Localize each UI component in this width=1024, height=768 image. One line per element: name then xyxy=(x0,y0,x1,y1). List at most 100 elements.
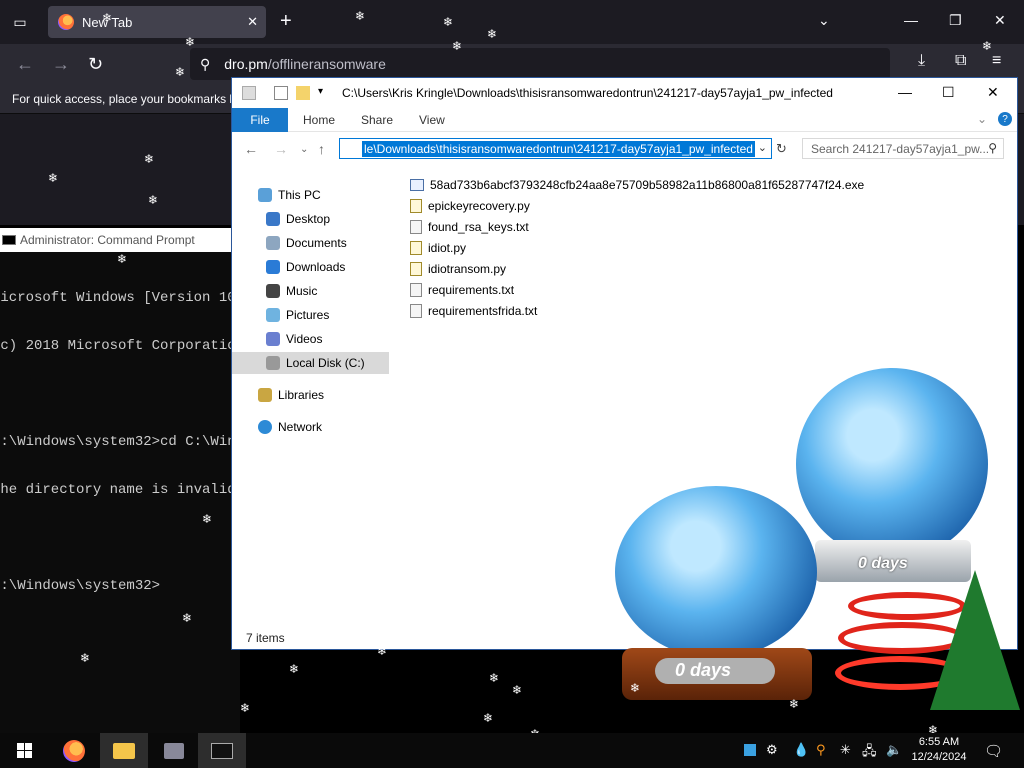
close-icon[interactable]: ✕ xyxy=(994,12,1006,29)
firefox-icon xyxy=(63,739,85,762)
ribbon: File Home Share View ⌄ ? xyxy=(232,108,1017,132)
list-item[interactable]: idiotransom.py xyxy=(410,258,970,279)
cmd-output[interactable]: Microsoft Windows [Version 10.0 (c) 2018… xyxy=(0,252,252,626)
list-item[interactable]: requirementsfrida.txt xyxy=(410,300,970,321)
restore-icon[interactable]: ❐ xyxy=(949,12,962,29)
pictures-icon xyxy=(266,308,280,322)
tab-new-tab[interactable]: New Tab ✕ xyxy=(48,6,266,38)
qa-dropdown-icon[interactable]: ▾ xyxy=(318,86,323,97)
chevron-down-icon[interactable]: ⌄ xyxy=(758,141,767,154)
extensions-icon[interactable]: ⧉ xyxy=(955,52,966,70)
reload-icon[interactable]: ↻ xyxy=(88,54,103,75)
desktop: { "browser": { "tab_title": "New Tab", "… xyxy=(0,0,1024,768)
back-icon[interactable]: ← xyxy=(244,141,258,157)
sidebar-item-label: This PC xyxy=(278,188,321,202)
network-icon xyxy=(258,420,272,434)
menu-icon[interactable]: ≡ xyxy=(992,52,1001,70)
notification-icon[interactable]: 🗨 xyxy=(984,742,1003,760)
list-item[interactable]: found_rsa_keys.txt xyxy=(410,216,970,237)
tray-app-icon[interactable] xyxy=(744,744,756,756)
sidebar-item-label: Downloads xyxy=(286,260,346,274)
minimize-icon[interactable]: — xyxy=(898,84,912,100)
tray-drop-icon[interactable]: 💧 xyxy=(793,742,809,758)
sidebar-item-label: Videos xyxy=(286,332,323,346)
url-bar[interactable]: ⚲ dro.pm/offlineransomware xyxy=(190,48,890,80)
snowflake-icon: ❄ xyxy=(175,65,186,79)
tab-list-icon[interactable]: ▭ xyxy=(8,10,32,34)
sidebar-item-label: Desktop xyxy=(286,212,331,226)
download-icon[interactable]: ⤓ xyxy=(918,52,925,70)
taskbar-file-explorer[interactable] xyxy=(100,733,148,768)
downloads-icon xyxy=(266,260,280,274)
url-host: dro.pm xyxy=(224,56,268,72)
days-label-left: 0 days xyxy=(675,660,732,680)
address-bar[interactable]: le\Downloads\thisisransomwaredontrun\241… xyxy=(339,138,772,159)
text-file-icon xyxy=(410,282,422,297)
file-name: found_rsa_keys.txt xyxy=(428,219,529,234)
expand-ribbon-icon[interactable]: ⌄ xyxy=(977,112,987,126)
close-tab-icon[interactable]: ✕ xyxy=(247,14,258,30)
tray-snowflake-icon[interactable]: ✳ xyxy=(840,742,851,758)
sidebar-item-label: Libraries xyxy=(278,388,325,402)
tab-home[interactable]: Home xyxy=(303,113,335,127)
search-input[interactable]: Search 241217-day57ayja1_pw... ⚲ xyxy=(802,138,1004,159)
snowflake-icon: ❄ xyxy=(355,9,366,23)
back-icon[interactable]: ← xyxy=(16,54,34,75)
network-icon[interactable]: 🖧 xyxy=(862,742,877,764)
tab-file[interactable]: File xyxy=(232,108,288,132)
new-folder-icon[interactable] xyxy=(296,86,310,100)
chevron-down-icon[interactable]: ⌄ xyxy=(818,12,830,29)
start-button[interactable] xyxy=(0,733,48,768)
navigation-pane: This PC Desktop Documents Downloads Musi… xyxy=(232,178,389,638)
recent-dropdown-icon[interactable]: ⌄ xyxy=(300,144,308,155)
list-item[interactable]: 58ad733b6abcf3793248cfb24aa8e75709b58982… xyxy=(410,174,970,195)
cmd-line: (c) 2018 Microsoft Corporation xyxy=(0,338,245,354)
sidebar-item-local-disk[interactable]: Local Disk (C:) xyxy=(232,352,389,374)
list-item[interactable]: epickeyrecovery.py xyxy=(410,195,970,216)
up-icon[interactable]: ↑ xyxy=(318,141,325,157)
taskbar-app[interactable] xyxy=(150,733,198,768)
taskbar: ⚙ 💧 ⚲ ✳ 🖧 🔈 6:55 AM 12/24/2024 🗨 xyxy=(0,733,1024,768)
file-name: requirementsfrida.txt xyxy=(428,303,538,318)
list-item[interactable]: idiot.py xyxy=(410,237,970,258)
snowflake-icon: ❄ xyxy=(48,171,59,185)
command-prompt-window[interactable]: Administrator: Command Prompt Microsoft … xyxy=(0,228,252,738)
sidebar-item-documents[interactable]: Documents xyxy=(232,232,389,254)
snowflake-icon: ❄ xyxy=(289,662,300,676)
tray-search-icon[interactable]: ⚲ xyxy=(816,742,826,758)
exe-file-icon xyxy=(410,178,424,191)
sidebar-item-pictures[interactable]: Pictures xyxy=(232,304,389,326)
sidebar-item-desktop[interactable]: Desktop xyxy=(232,208,389,230)
python-file-icon xyxy=(410,198,422,213)
sidebar-item-label: Network xyxy=(278,420,323,434)
cmd-title-bar[interactable]: Administrator: Command Prompt xyxy=(0,228,240,252)
volume-icon[interactable]: 🔈 xyxy=(886,742,902,758)
taskbar-cmd[interactable] xyxy=(198,733,246,768)
sidebar-item-videos[interactable]: Videos xyxy=(232,328,389,350)
forward-icon[interactable]: → xyxy=(52,54,70,75)
help-button[interactable]: ? xyxy=(998,112,1012,126)
clock[interactable]: 6:55 AM 12/24/2024 xyxy=(904,735,974,765)
list-item[interactable]: requirements.txt xyxy=(410,279,970,300)
file-name: 58ad733b6abcf3793248cfb24aa8e75709b58982… xyxy=(430,177,865,192)
minimize-icon[interactable]: — xyxy=(904,12,918,28)
refresh-icon[interactable]: ↻ xyxy=(776,141,787,157)
search-icon: ⚲ xyxy=(988,141,997,155)
forward-icon[interactable]: → xyxy=(274,141,288,157)
tab-share[interactable]: Share xyxy=(361,113,393,127)
sidebar-item-libraries[interactable]: Libraries xyxy=(232,384,389,406)
explorer-title-bar[interactable]: ▾ C:\Users\Kris Kringle\Downloads\thisis… xyxy=(232,78,1017,108)
taskbar-firefox[interactable] xyxy=(50,733,98,768)
documents-icon xyxy=(266,236,280,250)
sidebar-item-network[interactable]: Network xyxy=(232,416,389,438)
sidebar-item-music[interactable]: Music xyxy=(232,280,389,302)
maximize-icon[interactable]: ☐ xyxy=(942,84,955,101)
tray-gear-icon[interactable]: ⚙ xyxy=(766,742,778,758)
new-tab-icon[interactable]: + xyxy=(280,10,292,32)
properties-icon[interactable] xyxy=(274,86,288,100)
snowflake-icon: ❄ xyxy=(789,697,800,711)
sidebar-item-this-pc[interactable]: This PC xyxy=(232,184,389,206)
tab-view[interactable]: View xyxy=(419,113,445,127)
close-icon[interactable]: ✕ xyxy=(987,84,999,101)
sidebar-item-downloads[interactable]: Downloads xyxy=(232,256,389,278)
